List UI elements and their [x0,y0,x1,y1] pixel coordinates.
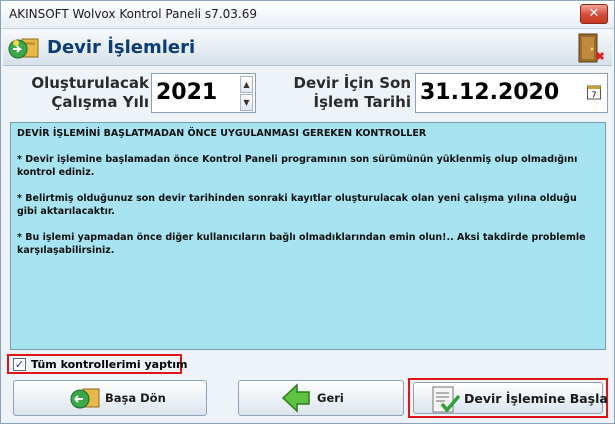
home-transfer-icon [70,388,100,409]
page-title: Devir İşlemleri [47,37,196,58]
year-down-button[interactable]: ▼ [240,94,253,111]
header-bar: Devir İşlemleri [3,30,612,66]
confirm-checkbox-label[interactable]: Tüm kontrollerimi yaptım [31,358,187,371]
info-item: * Bu işlemi yapmadan önce diğer kullanıc… [17,232,586,256]
exit-door-icon[interactable] [573,31,607,65]
back-button-label: Geri [317,391,344,405]
home-button-label: Başa Dön [105,391,166,405]
arrow-left-icon [281,383,310,413]
checklist-icon [432,386,461,413]
dialog-window: AKINSOFT Wolvox Kontrol Paneli s7.03.69 … [0,0,615,424]
date-label: Devir İçin Son İşlem Tarihi [293,74,411,111]
year-value[interactable]: 2021 [156,80,217,105]
transfer-icon [8,38,39,59]
info-heading: DEVİR İŞLEMİNİ BAŞLATMADAN ÖNCE UYGULANM… [17,128,427,139]
confirm-checkbox[interactable]: ✓ [13,358,26,371]
confirm-checkbox-row[interactable]: ✓ Tüm kontrollerimi yaptım [7,354,187,374]
close-button[interactable]: ✕ [580,4,608,24]
start-transfer-button-label: Devir İşlemine Başla [464,391,608,406]
info-item: * Devir işlemine başlamadan önce Kontrol… [17,154,578,178]
calendar-icon[interactable]: 7 [587,84,601,100]
home-button[interactable]: Başa Dön [13,380,207,416]
info-item: * Belirtmiş olduğunuz son devir tarihind… [17,193,577,217]
year-spinner[interactable]: 2021 ▲ ▼ [151,73,256,113]
date-value[interactable]: 31.12.2020 [420,80,559,105]
calendar-day: 7 [591,91,596,100]
year-up-button[interactable]: ▲ [240,76,253,93]
back-button[interactable]: Geri [238,380,404,416]
info-panel: DEVİR İŞLEMİNİ BAŞLATMADAN ÖNCE UYGULANM… [10,122,606,350]
start-button-highlight: Devir İşlemine Başla [408,378,608,418]
start-transfer-button[interactable]: Devir İşlemine Başla [413,382,608,414]
window-title: AKINSOFT Wolvox Kontrol Paneli s7.03.69 [9,7,257,21]
title-bar: AKINSOFT Wolvox Kontrol Paneli s7.03.69 … [1,1,614,29]
form-row: Oluşturulacak Çalışma Yılı 2021 ▲ ▼ Devi… [3,68,612,120]
year-label: Oluşturulacak Çalışma Yılı [31,74,149,111]
date-picker[interactable]: 31.12.2020 7 [415,73,608,113]
